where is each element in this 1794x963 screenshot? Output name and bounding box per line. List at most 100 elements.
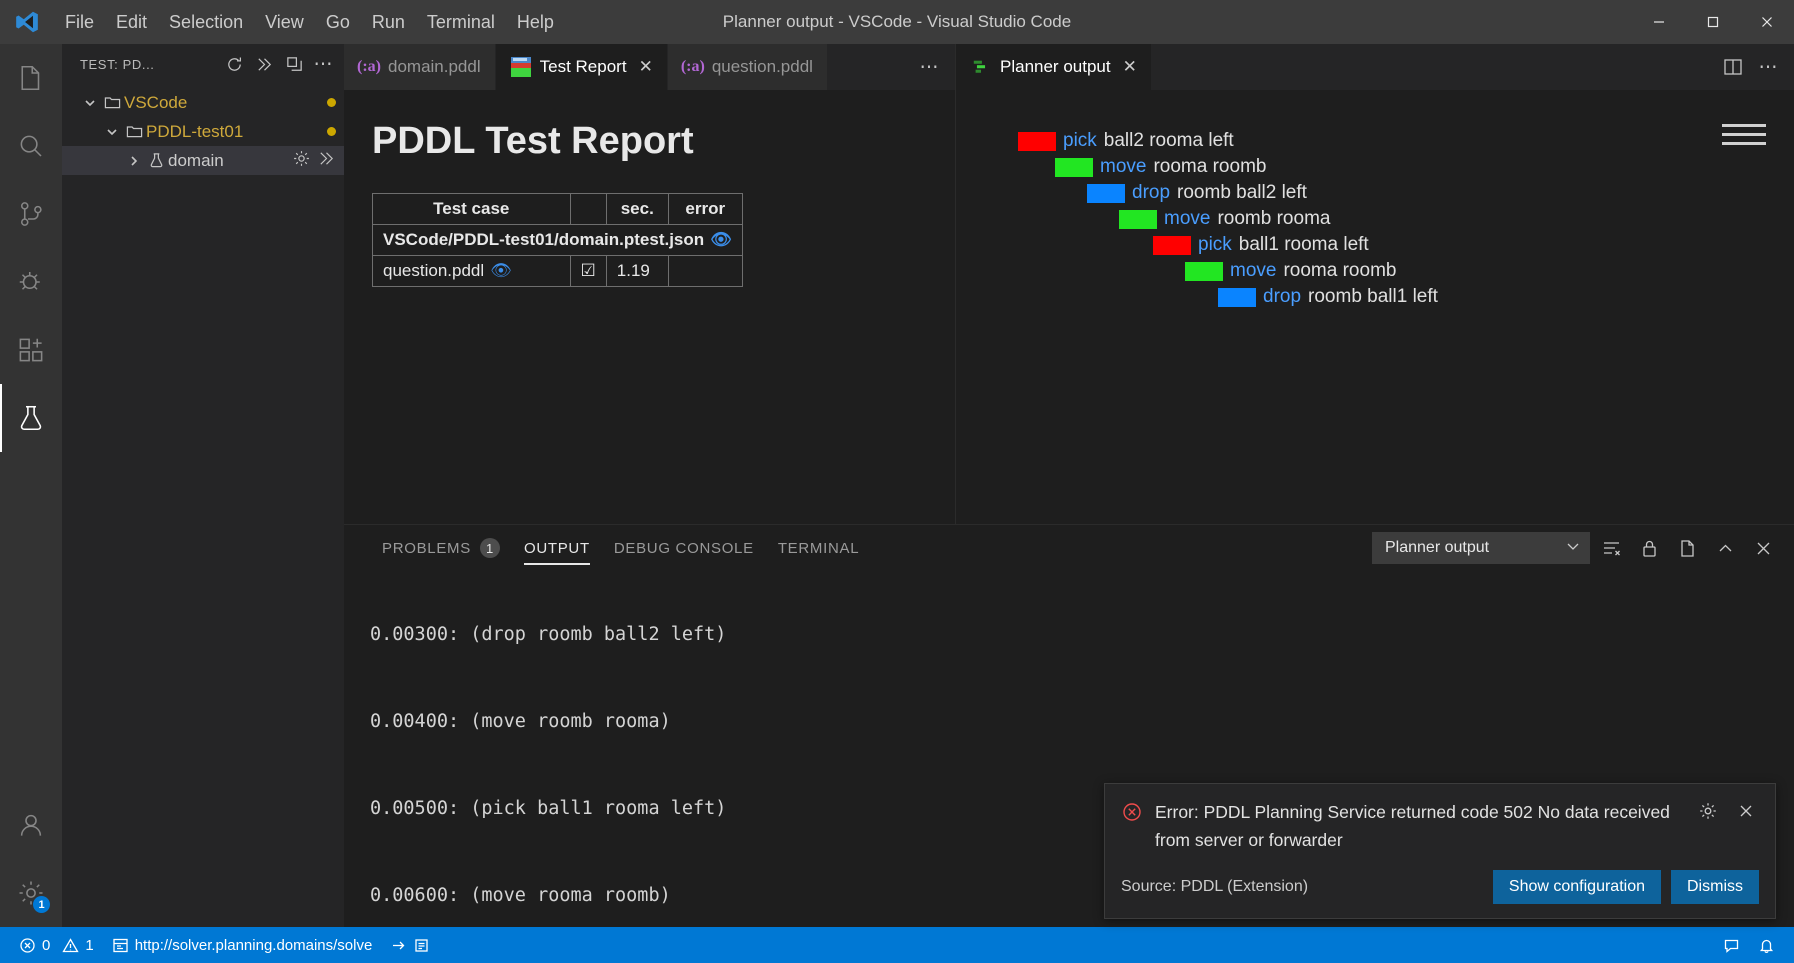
eye-icon[interactable]: 👁 — [490, 261, 512, 280]
log-icon — [415, 938, 428, 952]
output-line: 0.00300: (drop roomb ball2 left) — [370, 624, 727, 645]
refresh-tests-button[interactable] — [220, 50, 248, 78]
window-controls — [1632, 0, 1794, 44]
lock-scroll-button[interactable] — [1632, 531, 1666, 565]
menu-view[interactable]: View — [254, 0, 315, 44]
vscode-logo — [0, 0, 54, 44]
cell-status: ☑ — [569, 255, 607, 287]
tab-terminal[interactable]: TERMINAL — [766, 525, 871, 571]
notification-toast: Error: PDDL Planning Service returned co… — [1104, 783, 1776, 919]
status-feedback[interactable] — [1714, 927, 1749, 963]
chevron-down-icon[interactable] — [80, 96, 100, 110]
tab-question-pddl[interactable]: (:a) question.pddl — [667, 44, 828, 90]
configure-test-button[interactable] — [292, 149, 311, 173]
tab-test-report[interactable]: Test Report ✕ — [495, 44, 668, 90]
run-all-tests-icon — [257, 57, 271, 71]
minimize-button[interactable] — [1632, 0, 1686, 44]
activity-manage[interactable]: 1 — [0, 859, 62, 927]
close-button[interactable] — [1740, 0, 1794, 44]
sidebar-header: TEST: PD... ⋯ — [62, 44, 344, 84]
menu-file[interactable]: File — [54, 0, 105, 44]
tab-overflow-icon-wrap[interactable]: ⋯ — [915, 52, 945, 82]
close-icon[interactable]: ✕ — [639, 57, 653, 77]
sidebar-actions: ⋯ — [220, 50, 338, 78]
more-tabs-icon: ⋯ — [919, 56, 941, 78]
tree-item-domain[interactable]: domain — [62, 146, 344, 175]
more-actions-icon: ⋯ — [313, 53, 335, 75]
status-problems[interactable]: 0 1 — [10, 927, 103, 963]
plan-bar — [1055, 157, 1093, 177]
dismiss-button[interactable]: Dismiss — [1671, 870, 1759, 904]
menu-run[interactable]: Run — [361, 0, 416, 44]
sidebar: TEST: PD... ⋯ VSCode PDDL-test01 domain — [62, 44, 344, 927]
run-all-tests-button[interactable] — [250, 50, 278, 78]
tab-output[interactable]: OUTPUT — [512, 525, 602, 571]
test-tree: VSCode PDDL-test01 domain — [62, 84, 344, 175]
editor-more-button[interactable]: ⋯ — [1754, 52, 1784, 82]
eye-icon[interactable]: 👁 — [710, 230, 732, 249]
open-in-editor-button[interactable] — [1670, 531, 1704, 565]
menu-terminal[interactable]: Terminal — [416, 0, 506, 44]
report-icon — [510, 56, 532, 78]
cell-test-case: question.pddl 👁 — [372, 255, 571, 287]
show-configuration-button[interactable]: Show configuration — [1492, 870, 1661, 904]
th-status — [569, 193, 607, 225]
plan-step: pick ball1 rooma left — [956, 232, 1794, 258]
activity-explorer[interactable] — [0, 44, 62, 112]
notification-close-button[interactable] — [1733, 798, 1759, 824]
tree-item-vscode[interactable]: VSCode — [62, 88, 344, 117]
tab-domain-pddl[interactable]: (:a) domain.pddl — [344, 44, 496, 90]
plan-step: pick ball2 rooma left — [956, 128, 1794, 154]
extensions-icon — [19, 338, 43, 362]
close-icon[interactable]: ✕ — [1123, 57, 1137, 77]
chevron-right-icon[interactable] — [124, 154, 144, 168]
plan-bar — [1153, 235, 1191, 255]
activity-search[interactable] — [0, 112, 62, 180]
table-row[interactable]: question.pddl 👁 ☑ 1.19 — [372, 255, 743, 287]
notification-message: Error: PDDL Planning Service returned co… — [1155, 802, 1670, 850]
plan-step: move roomb rooma — [956, 206, 1794, 232]
panel-tab-label: OUTPUT — [523, 539, 590, 557]
chevron-down-icon[interactable] — [102, 125, 122, 139]
close-panel-button[interactable] — [1746, 531, 1780, 565]
tabs-actions-right: ⋯ — [1718, 44, 1794, 90]
page-title: PDDL Test Report — [372, 120, 694, 162]
clear-output-button[interactable] — [1594, 531, 1628, 565]
output-channel-select[interactable]: Planner output — [1372, 532, 1590, 564]
plan-visualization: pick ball2 rooma left move rooma roomb d… — [956, 90, 1794, 524]
activity-accounts[interactable] — [0, 791, 62, 859]
tab-planner-output[interactable]: Planner output ✕ — [956, 44, 1152, 90]
status-planner-url[interactable]: http://solver.planning.domains/solve — [103, 927, 440, 963]
plan-args: ball1 rooma left — [1238, 234, 1369, 255]
tree-item-pddl-test01[interactable]: PDDL-test01 — [62, 117, 344, 146]
menu-edit[interactable]: Edit — [105, 0, 158, 44]
sidebar-title: TEST: PD... — [80, 56, 155, 72]
chevron-down-icon — [1565, 538, 1581, 559]
table-row[interactable]: VSCode/PDDL-test01/domain.ptest.json 👁 — [372, 224, 743, 256]
activity-source-control[interactable] — [0, 180, 62, 248]
activity-testing[interactable] — [0, 384, 62, 452]
tab-problems[interactable]: PROBLEMS 1 — [370, 525, 512, 571]
tabs-bar-left: (:a) domain.pddl Test Report ✕ (:a) ques… — [344, 44, 955, 90]
status-notifications[interactable] — [1749, 927, 1784, 963]
activity-extensions[interactable] — [0, 316, 62, 384]
activity-run-and-debug[interactable] — [0, 248, 62, 316]
panel-tab-label: TERMINAL — [777, 539, 860, 557]
run-test-button[interactable] — [317, 149, 336, 173]
menu-go[interactable]: Go — [315, 0, 361, 44]
tab-debug-console[interactable]: DEBUG CONSOLE — [602, 525, 766, 571]
tab-label: question.pddl — [711, 57, 813, 76]
split-editor-button[interactable] — [1718, 52, 1748, 82]
menu-help[interactable]: Help — [506, 0, 565, 44]
status-dot — [327, 98, 336, 107]
notification-settings-button[interactable] — [1695, 798, 1721, 824]
plan-step: move rooma roomb — [956, 154, 1794, 180]
pddl-icon: (:a) — [357, 58, 381, 75]
maximize-panel-button[interactable] — [1708, 531, 1742, 565]
maximize-button[interactable] — [1686, 0, 1740, 44]
menu-selection[interactable]: Selection — [158, 0, 254, 44]
sidebar-more-button[interactable]: ⋯ — [310, 50, 338, 78]
test-name: question.pddl — [383, 261, 485, 280]
folder-icon — [100, 94, 124, 111]
hamburger-menu-icon[interactable] — [1722, 124, 1766, 145]
